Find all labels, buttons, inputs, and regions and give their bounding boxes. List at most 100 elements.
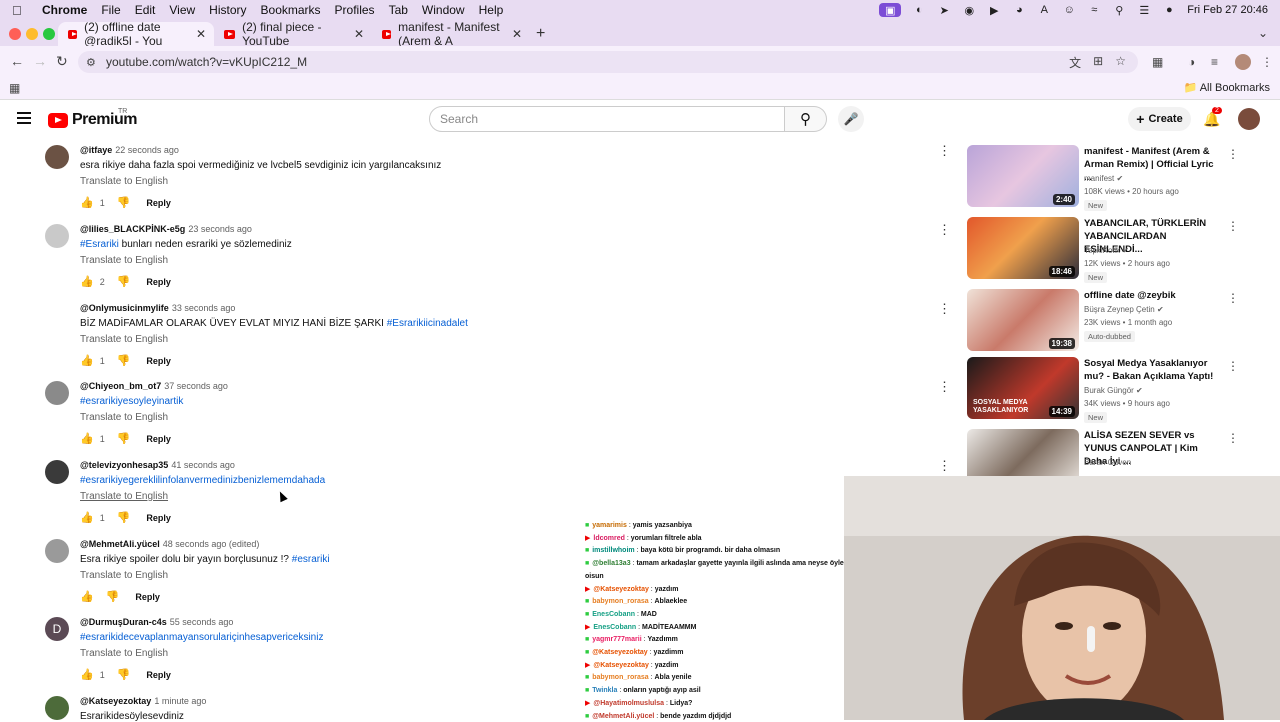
video-menu-icon[interactable]: ⋮ <box>1227 147 1239 161</box>
video-menu-icon[interactable]: ⋮ <box>1227 291 1239 305</box>
comment-author[interactable]: @DurmuşDuran-c4s 55 seconds ago <box>80 617 233 627</box>
translate-link[interactable]: Translate to English <box>80 570 168 581</box>
chat-username[interactable]: @Hayatimolmuslulsa <box>593 700 664 707</box>
channel-name[interactable]: Büşra Zeynep Çetin ✔ <box>1084 305 1164 314</box>
tab-final-piece[interactable]: (2) final piece - YouTube ✕ <box>214 20 372 48</box>
commenter-avatar[interactable] <box>45 460 69 484</box>
reply-button[interactable]: Reply <box>146 670 171 680</box>
chat-username[interactable]: yagmr777marii <box>592 636 641 643</box>
translate-link[interactable]: Translate to English <box>80 176 168 187</box>
menu-history[interactable]: History <box>209 3 246 17</box>
chat-username[interactable]: @Katseyezoktay <box>593 662 648 669</box>
channel-name[interactable]: manifest ✔ <box>1084 174 1123 183</box>
comment-author[interactable]: @itfaye 22 seconds ago <box>80 145 179 155</box>
translate-link[interactable]: Translate to English <box>80 412 168 423</box>
menu-edit[interactable]: Edit <box>135 3 156 17</box>
chat-username[interactable]: babymon_rorasa <box>592 598 648 605</box>
recommended-video[interactable]: 2:40 manifest - Manifest (Arem & Arman R… <box>967 145 1239 211</box>
url-text[interactable]: youtube.com/watch?v=vKUpIC212_M <box>106 55 307 69</box>
chat-username[interactable]: Twinkla <box>592 687 617 694</box>
screen-record-icon[interactable]: ▣ <box>879 3 902 17</box>
focus-icon[interactable]: ◕ <box>1012 3 1026 17</box>
menu-file[interactable]: File <box>101 3 120 17</box>
search-icon[interactable]: ⚲ <box>785 106 827 132</box>
commenter-avatar[interactable] <box>45 539 69 563</box>
extension-icon[interactable]: ◑ <box>1188 55 1195 69</box>
chat-username[interactable]: EnesCobann <box>593 624 636 631</box>
comment-author[interactable]: @Chiyeon_bm_ot7 37 seconds ago <box>80 381 228 391</box>
telegram-icon[interactable]: ➤ <box>937 3 951 17</box>
dislike-icon[interactable]: 👎 <box>106 590 120 603</box>
dislike-icon[interactable]: 👎 <box>117 511 131 524</box>
search-input[interactable]: Search <box>429 106 785 132</box>
channel-name[interactable]: Baran Guven <box>1084 458 1131 467</box>
account-avatar[interactable] <box>1238 108 1260 130</box>
reply-button[interactable]: Reply <box>146 277 171 287</box>
menu-app[interactable]: Chrome <box>42 3 87 17</box>
comment-author[interactable]: @MehmetAli.yücel 48 seconds ago (edited) <box>80 539 259 549</box>
like-icon[interactable]: 👍 <box>80 590 94 603</box>
channel-name[interactable]: TepkiKolik ✔ <box>1084 246 1129 255</box>
channel-name[interactable]: Burak Güngör ✔ <box>1084 386 1143 395</box>
address-bar[interactable]: ⚙ youtube.com/watch?v=vKUpIC212_M 文 ⊞ ☆ <box>78 51 1138 73</box>
comment-author[interactable]: @televizyonhesap35 41 seconds ago <box>80 460 235 470</box>
tab-offline-date[interactable]: (2) offline date @radik5l - You ✕ <box>58 20 214 48</box>
spotlight-icon[interactable]: ⚲ <box>1112 3 1126 17</box>
menu-help[interactable]: Help <box>479 3 504 17</box>
translate-link[interactable]: Translate to English <box>80 648 168 659</box>
dislike-icon[interactable]: 👎 <box>117 354 131 367</box>
bookmark-star-icon[interactable]: ☆ <box>1115 54 1126 71</box>
video-title[interactable]: offline date @zeybik <box>1084 289 1219 302</box>
hashtag-link[interactable]: #Esrariki <box>80 239 119 250</box>
vpn-icon[interactable]: ◉ <box>962 3 976 17</box>
chrome-menu-icon[interactable]: ⋮ <box>1261 55 1273 69</box>
like-icon[interactable]: 👍 <box>80 432 94 445</box>
close-tab-icon[interactable]: ✕ <box>196 27 206 41</box>
comment-menu-icon[interactable]: ⋮ <box>938 379 951 395</box>
hashtag-link[interactable]: #esrarikiyesoyleyinartik <box>80 396 183 407</box>
comment-menu-icon[interactable]: ⋮ <box>938 143 951 159</box>
reload-icon[interactable]: ↻ <box>56 53 68 70</box>
all-bookmarks-button[interactable]: 📁 All Bookmarks <box>1184 81 1270 94</box>
menu-view[interactable]: View <box>169 3 195 17</box>
like-icon[interactable]: 👍 <box>80 668 94 681</box>
comment-author[interactable]: @Onlymusicinmylife 33 seconds ago <box>80 303 235 313</box>
dislike-icon[interactable]: 👎 <box>117 432 131 445</box>
minimize-window-button[interactable] <box>26 28 38 40</box>
youtube-premium-logo[interactable]: Premium TR <box>48 108 137 129</box>
site-info-icon[interactable]: ⚙ <box>86 56 96 69</box>
commenter-avatar[interactable] <box>45 303 69 327</box>
like-icon[interactable]: 👍 <box>80 196 94 209</box>
siri-icon[interactable]: ● <box>1162 3 1176 17</box>
menu-bookmarks[interactable]: Bookmarks <box>261 3 321 17</box>
wifi-icon[interactable]: ≈ <box>1087 3 1101 17</box>
translate-link[interactable]: Translate to English <box>80 255 168 266</box>
reply-button[interactable]: Reply <box>146 434 171 444</box>
chat-username[interactable]: @bella13a3 <box>592 560 630 567</box>
voice-search-icon[interactable]: 🎤 <box>838 106 864 132</box>
close-tab-icon[interactable]: ✕ <box>354 27 364 41</box>
new-tab-icon[interactable]: + <box>536 25 545 43</box>
close-tab-icon[interactable]: ✕ <box>512 27 522 41</box>
like-icon[interactable]: 👍 <box>80 354 94 367</box>
comment-menu-icon[interactable]: ⋮ <box>938 301 951 317</box>
commenter-avatar[interactable] <box>45 145 69 169</box>
hashtag-link[interactable]: #esrarikidecevaplanmayansorulariçinhesap… <box>80 632 323 643</box>
chat-username[interactable]: EnesCobann <box>592 611 635 618</box>
reading-list-icon[interactable]: ≡ <box>1211 55 1218 69</box>
keyboard-input-icon[interactable]: A <box>1037 3 1051 17</box>
hamburger-menu-icon[interactable] <box>17 112 31 127</box>
like-icon[interactable]: 👍 <box>80 511 94 524</box>
close-window-button[interactable] <box>9 28 21 40</box>
recommended-video[interactable]: 18:46 YABANCILAR, TÜRKLERİN YABANCILARDA… <box>967 217 1239 283</box>
reply-button[interactable]: Reply <box>135 592 160 602</box>
apple-icon[interactable]:  <box>12 3 26 18</box>
tab-search-chevron-icon[interactable]: ⌄ <box>1258 26 1268 40</box>
translate-link[interactable]: Translate to English <box>80 334 168 345</box>
comment-menu-icon[interactable]: ⋮ <box>938 458 951 474</box>
play-icon[interactable]: ▶ <box>987 3 1001 17</box>
hashtag-link[interactable]: #esrariki <box>292 554 330 565</box>
dislike-icon[interactable]: 👎 <box>117 275 131 288</box>
tab-manifest[interactable]: manifest - Manifest (Arem & A ✕ <box>372 20 530 48</box>
install-app-icon[interactable]: ⊞ <box>1093 54 1103 71</box>
